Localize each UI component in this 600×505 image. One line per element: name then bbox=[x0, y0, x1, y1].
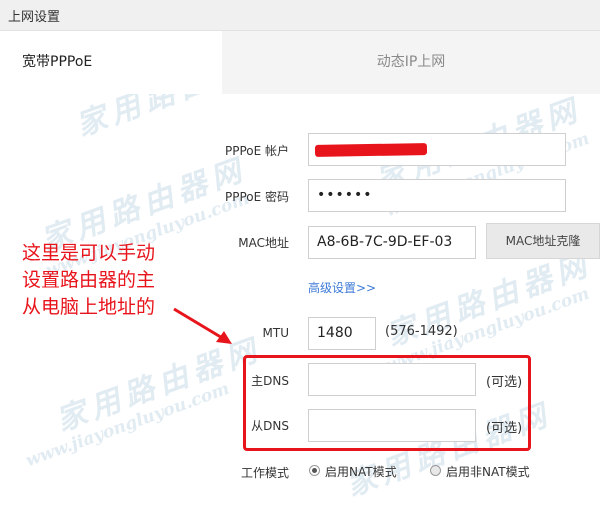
pppoe-password-label: PPPoE 密码 bbox=[224, 190, 289, 204]
mtu-range-hint: (576-1492) bbox=[385, 324, 458, 339]
primary-dns-optional: (可选) bbox=[486, 375, 523, 390]
mtu-label: MTU bbox=[262, 326, 289, 340]
tab-pppoe-label: 宽带PPPoE bbox=[22, 54, 93, 70]
secondary-dns-optional: (可选) bbox=[486, 421, 523, 436]
mac-address-label: MAC地址 bbox=[238, 236, 289, 250]
secondary-dns-label: 从DNS bbox=[251, 419, 289, 433]
pppoe-account-label: PPPoE 帐户 bbox=[224, 144, 289, 158]
window-titlebar: 上网设置 bbox=[0, 0, 600, 31]
non-nat-mode-label: 启用非NAT模式 bbox=[446, 465, 530, 479]
annotation-line-1: 这里是可以手动 bbox=[22, 242, 156, 264]
tab-bar: 宽带PPPoE 动态IP上网 bbox=[0, 31, 600, 94]
tab-pppoe[interactable]: 宽带PPPoE bbox=[0, 31, 222, 94]
mac-clone-button[interactable]: MAC地址克隆 bbox=[486, 223, 600, 259]
window-title: 上网设置 bbox=[8, 10, 61, 25]
tab-dynamic-ip[interactable]: 动态IP上网 bbox=[222, 31, 600, 94]
nat-mode-radio[interactable] bbox=[309, 465, 320, 476]
mtu-input[interactable]: 1480 bbox=[308, 317, 376, 350]
advanced-settings-link[interactable]: 高级设置>> bbox=[308, 279, 376, 296]
secondary-dns-input[interactable] bbox=[308, 409, 476, 442]
primary-dns-input[interactable] bbox=[308, 363, 476, 396]
redaction-mark bbox=[314, 143, 428, 157]
non-nat-mode-radio[interactable] bbox=[430, 465, 441, 476]
primary-dns-label: 主DNS bbox=[251, 374, 289, 388]
pppoe-password-input[interactable]: •••••• bbox=[308, 179, 566, 212]
tab-dynamic-ip-label: 动态IP上网 bbox=[376, 54, 446, 70]
annotation-line-2: 设置路由器的主 bbox=[22, 269, 156, 291]
work-mode-label: 工作模式 bbox=[240, 466, 289, 480]
nat-mode-label: 启用NAT模式 bbox=[325, 465, 397, 479]
annotation-line-3: 从电脑上地址的 bbox=[22, 296, 156, 318]
pppoe-account-input[interactable] bbox=[308, 133, 566, 166]
mac-address-input[interactable]: A8-6B-7C-9D-EF-03 bbox=[308, 226, 476, 259]
